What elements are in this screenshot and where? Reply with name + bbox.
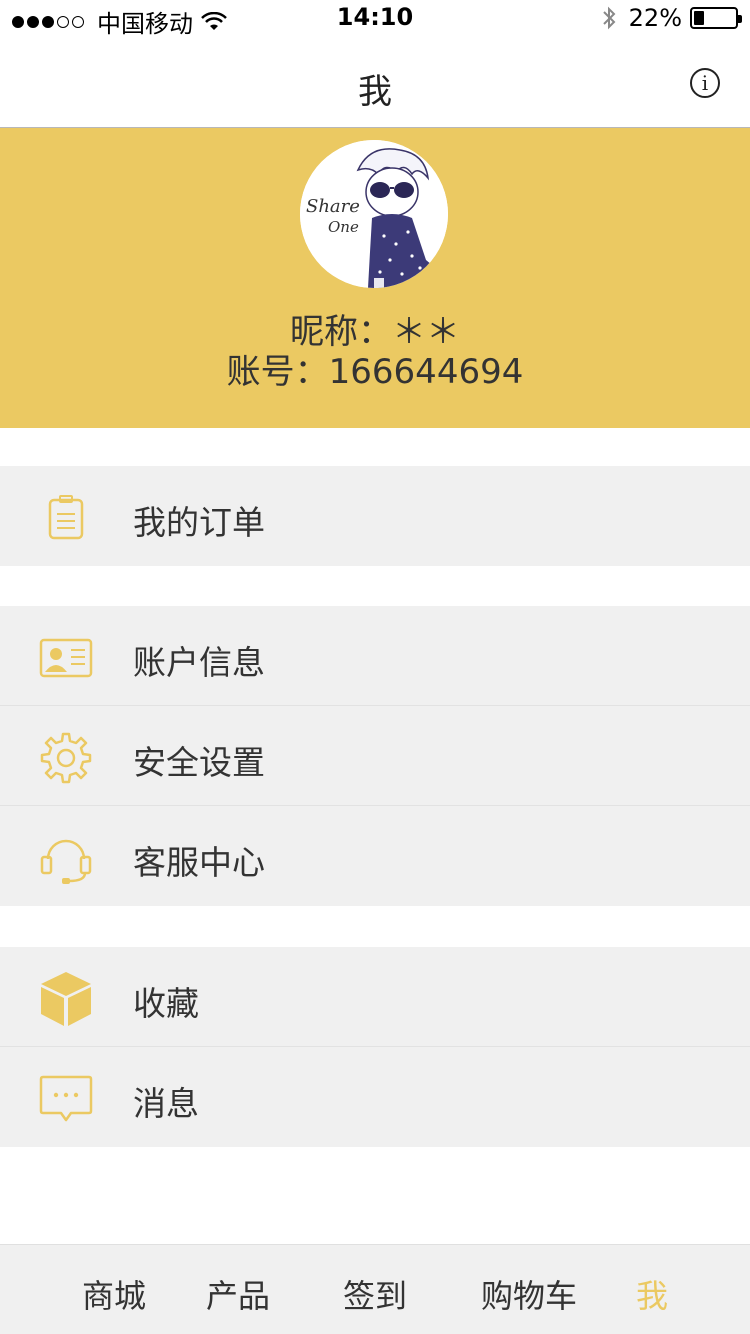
menu-group-extras: 收藏 消息 [0,947,750,1147]
menu-label-messages: 消息 [133,1084,199,1123]
avatar-text-one: One [328,218,359,236]
battery-icon [690,7,742,29]
id-card-icon [38,630,94,686]
battery-percent: 22% [628,4,682,32]
avatar-text-share: Share [306,196,360,217]
menu-item-security-settings[interactable]: 安全设置 [0,706,750,806]
gear-icon [38,730,94,786]
menu-label-my-orders: 我的订单 [133,503,265,542]
box-icon [38,971,94,1027]
menu-item-favorites[interactable]: 收藏 [0,947,750,1047]
status-right: 22% [601,4,742,32]
tab-me[interactable]: 我 [636,1271,668,1317]
tab-bar: 商城 产品 签到 购物车 我 [0,1244,750,1334]
avatar-illustration: Share One [300,140,448,288]
tab-cart[interactable]: 购物车 [481,1271,577,1317]
navigation-bar: 我 i [0,36,750,128]
tab-mall[interactable]: 商城 [82,1271,146,1317]
menu-item-messages[interactable]: 消息 [0,1047,750,1147]
page-title: 我 [358,72,392,112]
menu-group-orders: 我的订单 [0,466,750,566]
bluetooth-icon [602,6,616,30]
menu-item-my-orders[interactable]: 我的订单 [0,466,750,566]
account-label: 账号：166644694 [226,352,524,392]
menu-group-account: 账户信息 安全设置 客服中心 [0,606,750,906]
menu-label-security-settings: 安全设置 [133,743,265,782]
menu-item-customer-service[interactable]: 客服中心 [0,806,750,906]
tab-products[interactable]: 产品 [206,1271,270,1317]
menu-label-customer-service: 客服中心 [133,843,265,882]
clipboard-icon [38,490,94,546]
status-bar: 中国移动 14:10 22% [0,0,750,38]
info-icon[interactable]: i [690,68,720,98]
profile-header: Share One 昵称：＊＊ 账号：166644694 [0,128,750,428]
chat-bubble-icon [38,1071,94,1127]
menu-item-account-info[interactable]: 账户信息 [0,606,750,706]
headset-icon [38,830,94,886]
avatar[interactable]: Share One [300,140,448,288]
tab-check-in[interactable]: 签到 [343,1271,407,1317]
menu-label-favorites: 收藏 [133,984,199,1023]
menu-label-account-info: 账户信息 [133,643,265,682]
